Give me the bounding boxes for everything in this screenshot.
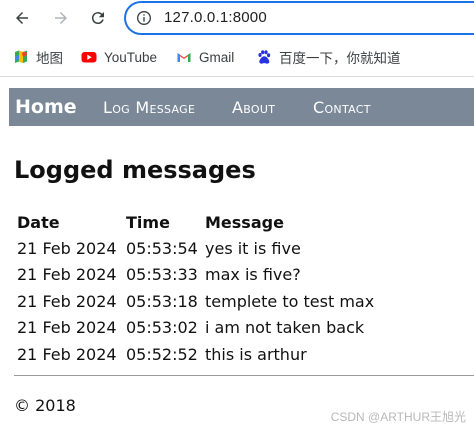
back-arrow-icon: [16, 12, 28, 24]
bookmark-baidu[interactable]: 百度一下，你就知道: [256, 47, 401, 67]
footer-divider: [14, 375, 474, 376]
cell-time: 05:53:02: [126, 318, 198, 337]
bookmark-gmail[interactable]: Gmail: [176, 47, 234, 67]
youtube-icon: [81, 49, 97, 65]
bookmark-label: YouTube: [104, 49, 158, 65]
bookmark-label: 百度一下，你就知道: [279, 51, 401, 66]
column-header-message: Message: [205, 213, 284, 232]
toolbar-divider: [0, 76, 474, 77]
cell-time: 05:53:18: [126, 292, 198, 311]
url-text[interactable]: 127.0.0.1:8000: [164, 9, 267, 26]
site-info-icon[interactable]: [136, 10, 152, 26]
nav-log-message-link[interactable]: Log Message: [103, 88, 195, 126]
footer-copyright: © 2018: [14, 396, 76, 415]
browser-toolbar: 127.0.0.1:8000: [0, 0, 474, 36]
nav-home-link[interactable]: Home: [15, 88, 77, 126]
cell-message: i am not taken back: [205, 318, 365, 337]
forward-button[interactable]: [50, 7, 72, 29]
cell-message: templete to test max: [205, 292, 375, 311]
bookmarks-bar: 地图 YouTube Gmail 百度一下，你就知道: [0, 42, 474, 72]
page-title: Logged messages: [14, 156, 256, 184]
cell-date: 21 Feb 2024: [17, 292, 117, 311]
bookmark-youtube[interactable]: YouTube: [81, 47, 157, 67]
nav-contact-link[interactable]: Contact: [313, 88, 371, 126]
nav-about-link[interactable]: About: [232, 88, 275, 126]
address-bar[interactable]: 127.0.0.1:8000: [124, 1, 474, 35]
back-button[interactable]: [11, 7, 33, 29]
baidu-icon: [256, 49, 272, 65]
gmail-icon: [176, 49, 192, 65]
cell-time: 05:53:33: [126, 265, 198, 284]
reload-icon: [91, 12, 104, 25]
maps-icon: [13, 49, 29, 65]
reload-button[interactable]: [87, 7, 109, 29]
bookmark-label: 地图: [36, 51, 63, 66]
cell-date: 21 Feb 2024: [17, 345, 117, 364]
column-header-date: Date: [17, 213, 60, 232]
forward-arrow-icon: [55, 12, 67, 24]
cell-date: 21 Feb 2024: [17, 239, 117, 258]
cell-date: 21 Feb 2024: [17, 318, 117, 337]
cell-message: max is five?: [205, 265, 301, 284]
cell-message: this is arthur: [205, 345, 307, 364]
bookmark-maps[interactable]: 地图: [13, 47, 63, 67]
cell-message: yes it is five: [205, 239, 301, 258]
cell-date: 21 Feb 2024: [17, 265, 117, 284]
column-header-time: Time: [126, 213, 170, 232]
watermark: CSDN @ARTHUR王旭光: [330, 410, 466, 424]
site-navbar: Home Log Message About Contact: [9, 88, 474, 126]
cell-time: 05:53:54: [126, 239, 198, 258]
bookmark-label: Gmail: [199, 49, 235, 65]
cell-time: 05:52:52: [126, 345, 198, 364]
